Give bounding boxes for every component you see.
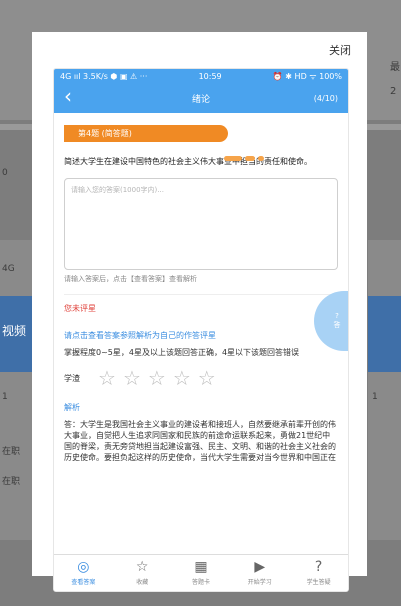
tab-student-qa[interactable]: ? 学生答疑	[289, 555, 348, 591]
grid-icon: ▦	[194, 559, 208, 575]
background-text: 最	[390, 62, 400, 73]
star-icon[interactable]: ☆	[98, 368, 116, 388]
question-content: 第4题 (简答题) 简述大学生在建设中国特色的社会主义伟大事业中担当的责任和使命…	[54, 125, 348, 463]
status-left: 4G ııl 3.5K/s ⬢ ▣ ⚠ ···	[60, 71, 148, 81]
star-rating-label: 学渣	[64, 373, 80, 383]
status-bar: 4G ııl 3.5K/s ⬢ ▣ ⚠ ··· 10:59 ⏰ ✱ HD ᯤ 1…	[54, 69, 348, 83]
answer-placeholder: 请输入您的答案(1000字内)...	[71, 186, 164, 194]
bottom-tab-bar: ◎ 查看答案 ☆ 收藏 ▦ 答题卡 ▶ 开始学习 ? 学生答疑	[54, 554, 348, 591]
page-title: 绪论	[191, 94, 210, 105]
background-video-banner-right	[368, 296, 401, 372]
answer-hint: 请输入答案后，点击【查看答案】查看解析	[64, 275, 197, 283]
nav-bar: ‹ 绪论 (4/10)	[54, 83, 348, 113]
analysis-label: 解析	[64, 403, 80, 412]
background-text: 1	[2, 392, 8, 402]
question-text: 简述大学生在建设中国特色的社会主义伟大事业中担当的责任和使命。	[64, 157, 312, 166]
star-icon[interactable]: ☆	[198, 368, 216, 388]
background-text: 在职	[2, 447, 21, 457]
tab-view-answer[interactable]: ◎ 查看答案	[54, 555, 113, 591]
background-left-column	[0, 240, 32, 540]
background-text: 1	[372, 392, 378, 402]
tag-decoration	[224, 146, 267, 165]
background-right-column	[368, 240, 401, 540]
background-text: 在职	[2, 477, 21, 487]
star-rating: 学渣 ☆ ☆ ☆ ☆ ☆	[64, 368, 338, 388]
background-text: 0	[2, 168, 8, 178]
float-button-icon: ?	[335, 312, 339, 320]
status-time: 10:59	[198, 71, 222, 81]
analysis-text: 答：大学生是我国社会主义事业的建设者和接班人，自然要继承前辈开创的伟大事业，自觉…	[64, 420, 336, 462]
tab-label: 收藏	[136, 579, 149, 586]
background-text: 4G	[2, 264, 15, 274]
star-icon[interactable]: ☆	[123, 368, 141, 388]
image-preview-modal: 关闭 4G ııl 3.5K/s ⬢ ▣ ⚠ ··· 10:59 ⏰ ✱ HD …	[32, 32, 367, 592]
tab-start-learning[interactable]: ▶ 开始学习	[230, 555, 289, 591]
question-type-tag: 第4题 (简答题)	[64, 125, 228, 142]
eye-icon: ◎	[77, 559, 90, 575]
phone-screenshot: 4G ııl 3.5K/s ⬢ ▣ ⚠ ··· 10:59 ⏰ ✱ HD ᯤ 1…	[53, 68, 349, 592]
tab-label: 查看答案	[71, 579, 96, 586]
status-right: ⏰ ✱ HD ᯤ 100%	[272, 71, 342, 81]
question-type-label: 第4题 (简答题)	[78, 129, 132, 138]
background-text: 2	[390, 86, 397, 97]
divider	[64, 294, 338, 295]
back-icon[interactable]: ‹	[64, 86, 72, 106]
not-graded-label: 您未评星	[64, 304, 96, 313]
float-button-label: 答	[333, 321, 341, 329]
tab-favorite[interactable]: ☆ 收藏	[113, 555, 172, 591]
answer-input[interactable]: 请输入您的答案(1000字内)...	[64, 178, 338, 270]
tab-label: 学生答疑	[306, 579, 331, 586]
rate-rule: 掌握程度0~5星，4星及以上该题回答正确，4星以下该题回答错误	[64, 348, 300, 357]
tab-label: 开始学习	[247, 579, 272, 586]
question-counter: (4/10)	[313, 93, 338, 103]
tab-label: 答题卡	[191, 579, 210, 586]
close-button[interactable]: 关闭	[329, 42, 351, 58]
star-icon[interactable]: ☆	[173, 368, 191, 388]
tab-answer-card[interactable]: ▦ 答题卡	[172, 555, 231, 591]
star-icon: ☆	[135, 559, 149, 575]
star-icon[interactable]: ☆	[148, 368, 166, 388]
rate-hint: 请点击查看答案参照解析为自己的作答评星	[64, 331, 216, 340]
play-icon: ▶	[254, 559, 266, 575]
question-icon: ?	[314, 559, 323, 575]
background-text: 视频	[2, 324, 27, 338]
